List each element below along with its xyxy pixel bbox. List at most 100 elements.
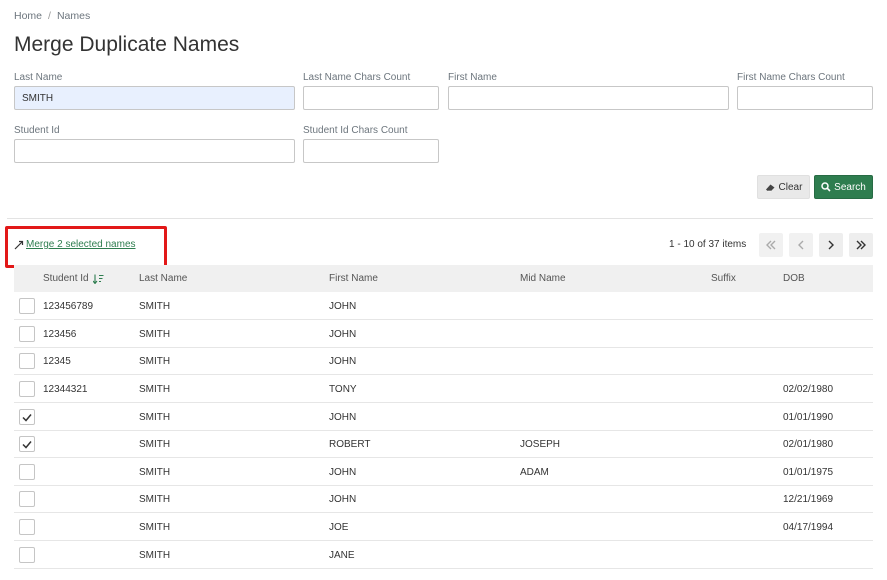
- table-row: 123456789 SMITH JOHN: [14, 292, 873, 320]
- chevron-right-icon: [828, 240, 834, 250]
- column-header-label: Student Id: [43, 273, 89, 284]
- pager-info: 1 - 10 of 37 items: [669, 239, 747, 250]
- first-page-button[interactable]: [759, 233, 783, 257]
- breadcrumb-home-link[interactable]: Home: [14, 10, 42, 22]
- breadcrumb-separator: /: [48, 10, 51, 22]
- table-row: SMITH JOHN 01/01/1990: [14, 403, 873, 431]
- last-name-chars-input[interactable]: [303, 86, 439, 110]
- breadcrumb-current: Names: [56, 10, 91, 22]
- column-header-first-name[interactable]: First Name: [329, 273, 378, 284]
- eraser-icon: [765, 184, 775, 191]
- sort-descending-icon: [92, 274, 104, 284]
- cell-dob: 04/17/1994: [783, 522, 834, 533]
- table-row: 12344321 SMITH TONY 02/02/1980: [14, 375, 873, 403]
- search-button[interactable]: Search: [814, 175, 873, 199]
- cell-first-name: JANE: [329, 550, 355, 561]
- check-icon: [22, 413, 32, 422]
- column-header-label: Mid Name: [520, 273, 566, 284]
- cell-first-name: TONY: [329, 384, 357, 395]
- grid-header: Student Id Last Name First Name Mid Name…: [14, 265, 873, 292]
- column-header-label: Suffix: [711, 273, 736, 284]
- merge-selected-link[interactable]: Merge 2 selected names: [14, 239, 136, 250]
- row-checkbox[interactable]: [19, 464, 35, 480]
- table-row: SMITH ROBERT JOSEPH 02/01/1980: [14, 430, 873, 458]
- page-title: Merge Duplicate Names: [14, 33, 240, 56]
- cell-first-name: JOHN: [329, 301, 357, 312]
- student-id-chars-input[interactable]: [303, 139, 439, 163]
- clear-button[interactable]: Clear: [757, 175, 810, 199]
- first-name-chars-input[interactable]: [737, 86, 873, 110]
- cell-first-name: JOHN: [329, 467, 357, 478]
- last-name-label: Last Name: [14, 72, 63, 83]
- last-page-button[interactable]: [849, 233, 873, 257]
- column-header-last-name[interactable]: Last Name: [139, 273, 187, 284]
- search-icon: [821, 182, 831, 192]
- cell-dob: 02/01/1980: [783, 439, 834, 450]
- first-name-label: First Name: [448, 72, 497, 83]
- cell-last-name: SMITH: [139, 494, 171, 505]
- breadcrumb: Home / Names: [14, 10, 90, 22]
- last-name-input[interactable]: [14, 86, 295, 110]
- column-header-label: First Name: [329, 273, 378, 284]
- cell-dob: 02/02/1980: [783, 384, 834, 395]
- cell-last-name: SMITH: [139, 550, 171, 561]
- next-page-button[interactable]: [819, 233, 843, 257]
- double-chevron-right-icon: [856, 240, 866, 250]
- cell-last-name: SMITH: [139, 329, 171, 340]
- cell-dob: 01/01/1990: [783, 412, 834, 423]
- search-button-label: Search: [834, 181, 866, 193]
- cell-first-name: JOHN: [329, 356, 357, 367]
- cell-first-name: ROBERT: [329, 439, 371, 450]
- merge-selected-label: Merge 2 selected names: [26, 239, 136, 250]
- row-checkbox[interactable]: [19, 547, 35, 563]
- cell-dob: 01/01/1975: [783, 467, 834, 478]
- clear-button-label: Clear: [778, 181, 803, 193]
- row-checkbox[interactable]: [19, 381, 35, 397]
- row-checkbox[interactable]: [19, 491, 35, 507]
- cell-mid-name: ADAM: [520, 467, 549, 478]
- last-name-chars-label: Last Name Chars Count: [303, 72, 411, 83]
- column-header-student-id[interactable]: Student Id: [43, 273, 104, 284]
- column-header-dob[interactable]: DOB: [783, 273, 805, 284]
- table-row: 123456 SMITH JOHN: [14, 320, 873, 348]
- student-id-input[interactable]: [14, 139, 295, 163]
- column-header-label: Last Name: [139, 273, 188, 284]
- row-checkbox[interactable]: [19, 326, 35, 342]
- cell-last-name: SMITH: [139, 412, 171, 423]
- row-checkbox[interactable]: [19, 409, 35, 425]
- cell-student-id: 123456: [43, 329, 77, 340]
- cell-student-id: 12345: [43, 356, 71, 367]
- table-row: SMITH JOHN ADAM 01/01/1975: [14, 458, 873, 486]
- cell-mid-name: JOSEPH: [520, 439, 561, 450]
- student-id-label: Student Id: [14, 125, 60, 136]
- chevron-left-icon: [798, 240, 804, 250]
- table-row: SMITH JANE: [14, 541, 873, 569]
- cell-student-id: 12344321: [43, 384, 88, 395]
- table-row: SMITH JOHN 12/21/1969: [14, 485, 873, 513]
- student-id-chars-label: Student Id Chars Count: [303, 125, 408, 136]
- column-header-mid-name[interactable]: Mid Name: [520, 273, 566, 284]
- row-checkbox[interactable]: [19, 436, 35, 452]
- double-chevron-left-icon: [766, 240, 776, 250]
- first-name-chars-label: First Name Chars Count: [737, 72, 845, 83]
- cell-dob: 12/21/1969: [783, 494, 834, 505]
- cell-last-name: SMITH: [139, 439, 171, 450]
- cell-last-name: SMITH: [139, 301, 171, 312]
- cell-first-name: JOHN: [329, 494, 357, 505]
- section-divider: [7, 218, 873, 219]
- cell-last-name: SMITH: [139, 522, 171, 533]
- table-row: SMITH JOE 04/17/1994: [14, 513, 873, 541]
- column-header-label: DOB: [783, 273, 805, 284]
- table-row: 12345 SMITH JOHN: [14, 347, 873, 375]
- check-icon: [22, 440, 32, 449]
- cell-last-name: SMITH: [139, 467, 171, 478]
- first-name-input[interactable]: [448, 86, 729, 110]
- cell-last-name: SMITH: [139, 384, 171, 395]
- previous-page-button[interactable]: [789, 233, 813, 257]
- column-header-suffix[interactable]: Suffix: [711, 273, 736, 284]
- row-checkbox[interactable]: [19, 353, 35, 369]
- row-checkbox[interactable]: [19, 519, 35, 535]
- cell-first-name: JOHN: [329, 329, 357, 340]
- row-checkbox[interactable]: [19, 298, 35, 314]
- cell-last-name: SMITH: [139, 356, 171, 367]
